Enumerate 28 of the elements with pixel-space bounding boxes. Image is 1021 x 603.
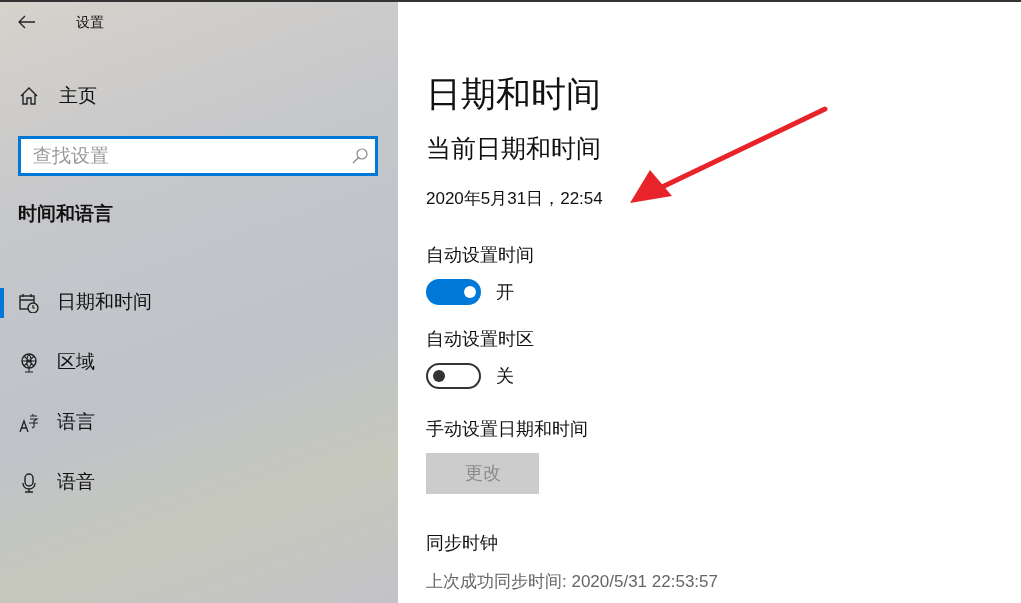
current-date-time: 2020年5月31日，22:54 xyxy=(426,188,604,210)
selection-indicator xyxy=(0,287,4,318)
section-heading: 当前日期和时间 xyxy=(426,133,602,164)
nav-item[interactable]: 语言 xyxy=(0,392,398,453)
setting-label: 自动设置时区 xyxy=(426,327,535,351)
toggle-switch[interactable] xyxy=(426,363,481,389)
home-icon xyxy=(19,86,39,106)
home-link[interactable]: 主页 xyxy=(0,78,160,114)
search-icon[interactable] xyxy=(352,148,368,164)
nav-item[interactable]: 区域 xyxy=(0,332,398,393)
setting-label: 自动设置时间 xyxy=(426,243,535,267)
toggle-switch[interactable] xyxy=(426,279,481,305)
toggle-state: 开 xyxy=(496,280,514,304)
setting-label: 手动设置日期和时间 xyxy=(426,417,589,441)
microphone-icon xyxy=(19,472,39,493)
nav-item[interactable]: 语音 xyxy=(0,452,398,513)
back-icon[interactable] xyxy=(18,15,36,29)
search-field[interactable]: 查找设置 xyxy=(18,136,378,176)
section-heading: 时间和语言 xyxy=(18,202,114,226)
language-icon xyxy=(19,412,39,433)
nav-item[interactable]: 日期和时间 xyxy=(0,272,398,333)
section-heading: 同步时钟 xyxy=(426,531,499,555)
globe-icon xyxy=(19,352,39,373)
calendar-icon xyxy=(19,292,39,313)
last-sync-text: 上次成功同步时间: 2020/5/31 22:53:57 xyxy=(426,570,719,593)
window-title: 设置 xyxy=(76,12,104,32)
toggle-state: 关 xyxy=(496,364,514,388)
page-title: 日期和时间 xyxy=(426,73,602,115)
